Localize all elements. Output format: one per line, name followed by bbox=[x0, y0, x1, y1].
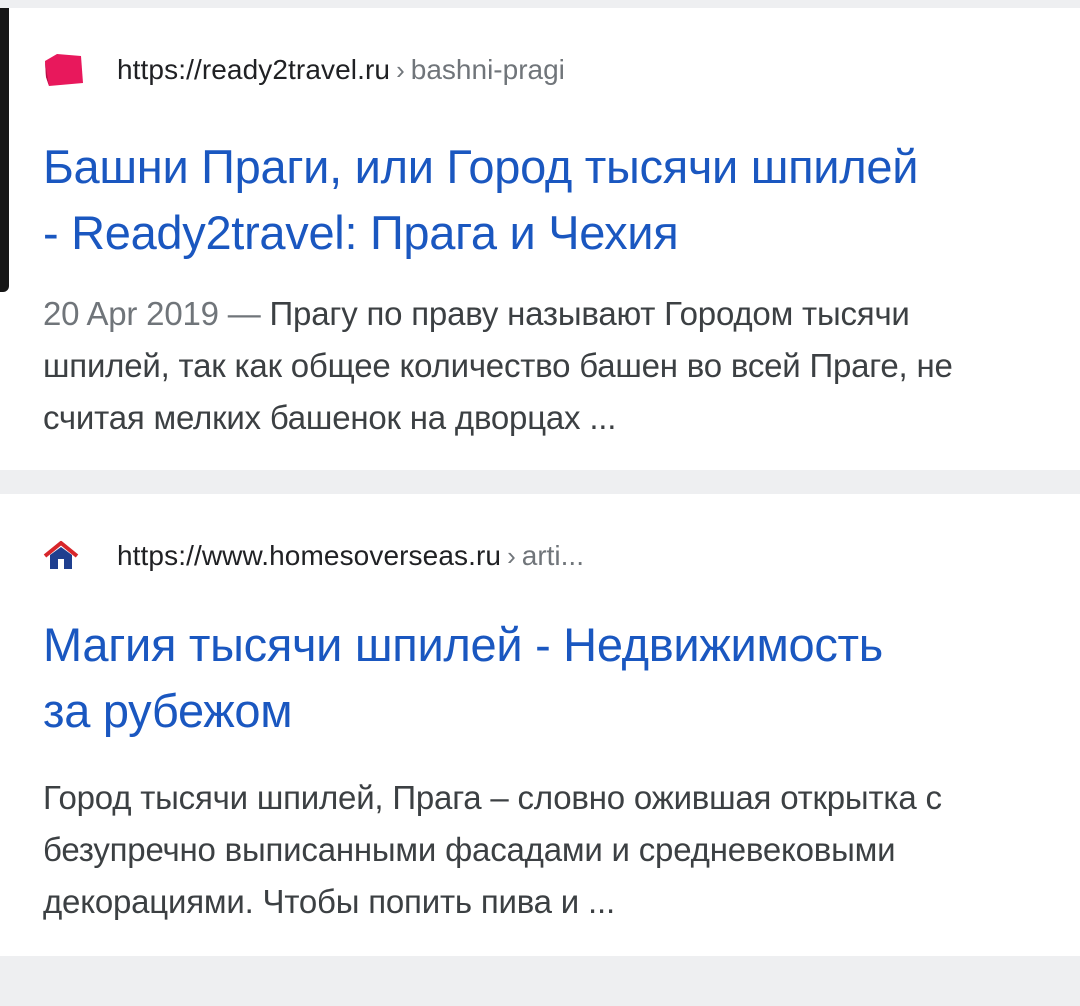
result-url-path: arti... bbox=[521, 540, 584, 571]
result-title-line: Башни Праги, или Город тысячи шпилей bbox=[43, 140, 919, 193]
result-title-line: Магия тысячи шпилей - Недвижимость bbox=[43, 618, 883, 671]
result-title-line: за рубежом bbox=[43, 684, 293, 737]
house-icon bbox=[43, 535, 85, 577]
search-results-page: https://ready2travel.ru › bashni-pragi Б… bbox=[0, 0, 1080, 1006]
scroll-edge-indicator bbox=[0, 8, 9, 292]
breadcrumb-separator: › bbox=[507, 540, 516, 571]
result-snippet: 20 Apr 2019 — Прагу по праву называют Го… bbox=[43, 288, 1043, 444]
breadcrumb-separator: › bbox=[396, 54, 405, 85]
result-snippet: Город тысячи шпилей, Прага – словно ожив… bbox=[43, 772, 1043, 928]
result-url-host: https://www.homesoverseas.ru bbox=[117, 540, 502, 571]
result-url-host: https://ready2travel.ru bbox=[117, 54, 391, 85]
result-title-link[interactable]: Магия тысячи шпилей - Недвижимость за ру… bbox=[43, 612, 1053, 744]
search-result-card: https://www.homesoverseas.ru › arti... М… bbox=[0, 494, 1080, 956]
result-title-link[interactable]: Башни Праги, или Город тысячи шпилей - R… bbox=[43, 134, 1053, 266]
result-url-row[interactable]: https://www.homesoverseas.ru › arti... bbox=[43, 532, 584, 580]
result-title-line: - Ready2travel: Прага и Чехия bbox=[43, 206, 679, 259]
result-url-path: bashni-pragi bbox=[410, 54, 565, 85]
search-result-card: https://ready2travel.ru › bashni-pragi Б… bbox=[0, 8, 1080, 470]
result-snippet-text: Город тысячи шпилей, Прага – словно ожив… bbox=[43, 779, 942, 920]
result-url-row[interactable]: https://ready2travel.ru › bashni-pragi bbox=[43, 46, 565, 94]
ready2travel-pink-tag-icon bbox=[43, 49, 85, 91]
result-date: 20 Apr 2019 — bbox=[43, 295, 261, 332]
